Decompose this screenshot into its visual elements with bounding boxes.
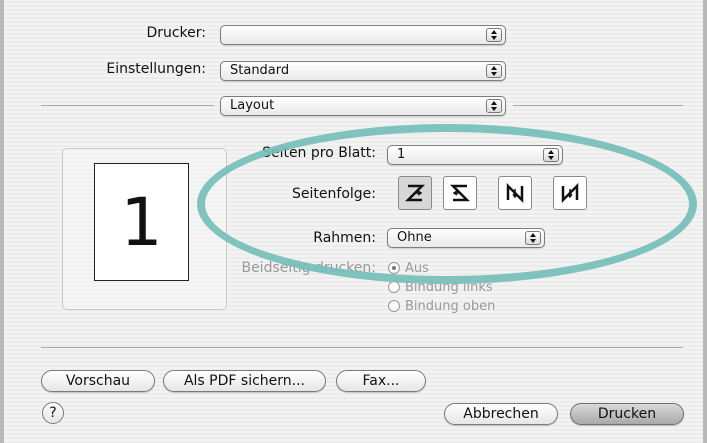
bottom-separator	[41, 347, 683, 348]
n-order-icon	[506, 182, 524, 204]
settings-value: Standard	[230, 63, 290, 78]
duplex-binding-left-radio[interactable]: Bindung links	[388, 280, 493, 295]
panel-select[interactable]: Layout	[220, 96, 506, 116]
fax-button[interactable]: Fax...	[336, 370, 426, 392]
border-label: Rahmen:	[313, 230, 376, 246]
pages-per-sheet-value: 1	[397, 147, 406, 162]
page-order-label: Seitenfolge:	[292, 186, 376, 202]
printer-select[interactable]	[220, 25, 506, 45]
separator-right	[513, 105, 683, 106]
page-order-n-button[interactable]	[498, 176, 532, 210]
page-order-reverse-n-button[interactable]	[553, 176, 587, 210]
printer-label: Drucker:	[146, 25, 206, 41]
print-dialog: Drucker: Einstellungen: Standard Layout …	[0, 0, 707, 443]
border-select[interactable]: Ohne	[387, 228, 545, 248]
preview-page: 1	[94, 163, 189, 281]
save-as-pdf-button[interactable]: Als PDF sichern...	[163, 370, 326, 392]
popup-arrows-icon	[525, 231, 541, 245]
popup-arrows-icon	[486, 64, 502, 78]
reverse-z-order-icon	[449, 184, 471, 202]
reverse-n-order-icon	[561, 182, 579, 204]
separator-left	[41, 105, 214, 106]
popup-arrows-icon	[486, 99, 502, 113]
page-order-z-button[interactable]	[398, 176, 432, 210]
duplex-off-radio[interactable]: Aus	[388, 261, 429, 276]
pages-per-sheet-select[interactable]: 1	[387, 145, 563, 165]
popup-arrows-icon	[543, 148, 559, 162]
settings-select[interactable]: Standard	[220, 61, 506, 81]
pages-per-sheet-label: Seiten pro Blatt:	[262, 145, 376, 161]
duplex-label: Beidseitig drucken:	[241, 260, 376, 276]
radio-selected-icon	[388, 262, 400, 274]
duplex-binding-left-label: Bindung links	[405, 280, 493, 295]
border-value: Ohne	[397, 230, 432, 245]
help-button[interactable]: ?	[42, 402, 64, 424]
cancel-button[interactable]: Abbrechen	[444, 403, 558, 425]
panel-value: Layout	[230, 98, 275, 113]
page-order-reverse-z-button[interactable]	[443, 176, 477, 210]
radio-unselected-icon	[388, 300, 400, 312]
duplex-binding-top-radio[interactable]: Bindung oben	[388, 299, 495, 314]
duplex-binding-top-label: Bindung oben	[405, 299, 496, 314]
print-button[interactable]: Drucken	[570, 403, 684, 425]
popup-arrows-icon	[486, 28, 502, 42]
preview-button[interactable]: Vorschau	[41, 370, 155, 392]
settings-label: Einstellungen:	[106, 61, 206, 77]
duplex-off-label: Aus	[405, 261, 429, 276]
z-order-icon	[404, 184, 426, 202]
radio-unselected-icon	[388, 281, 400, 293]
